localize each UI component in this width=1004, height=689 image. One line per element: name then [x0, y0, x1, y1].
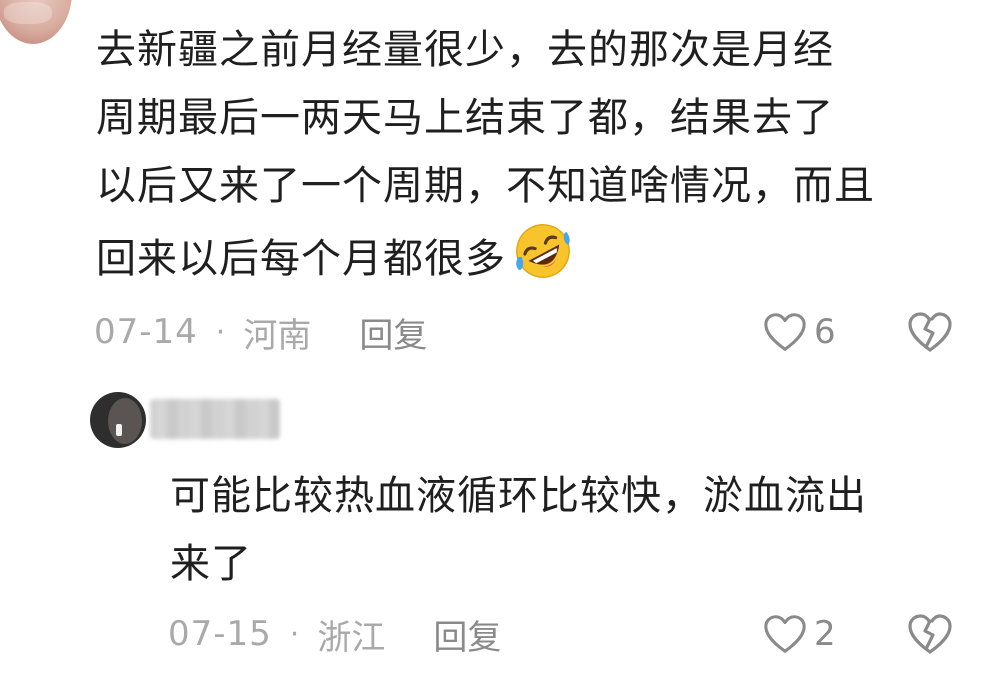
comment-location: 河南: [243, 315, 312, 356]
reply-location: 浙江: [317, 617, 386, 658]
like-count: 6: [814, 312, 836, 352]
broken-heart-icon[interactable]: [906, 309, 954, 355]
broken-heart-icon[interactable]: [906, 611, 954, 657]
commenter-avatar[interactable]: [0, 0, 72, 44]
heart-outline-icon[interactable]: [762, 310, 808, 354]
comment-meta: 07-14 · 河南 回复: [94, 302, 427, 362]
reply-text: 可能比较热血液循环比较快，淤血流出 来了: [170, 473, 867, 587]
like-button[interactable]: 2: [762, 604, 836, 664]
reply-button[interactable]: 回复: [433, 610, 501, 659]
reply-body: 可能比较热血液循环比较快，淤血流出 来了: [170, 462, 970, 598]
comment-date: 07-14: [94, 312, 198, 352]
like-button[interactable]: 6: [762, 302, 836, 362]
replier-username-redacted: [150, 399, 280, 439]
meta-separator: ·: [289, 616, 300, 652]
comment-text: 去新疆之前月经量很少，去的那次是月经 周期最后一两天马上结束了都，结果去了 以后…: [96, 27, 875, 282]
like-count: 2: [814, 614, 836, 654]
rolling-on-floor-laughing-emoji: [516, 224, 570, 278]
comment-body: 去新疆之前月经量很少，去的那次是月经 周期最后一两天马上结束了都，结果去了 以后…: [96, 16, 956, 293]
reply-button[interactable]: 回复: [359, 308, 427, 357]
reply-date: 07-15: [168, 614, 272, 654]
heart-outline-icon[interactable]: [762, 612, 808, 656]
replier-avatar[interactable]: [90, 392, 146, 448]
meta-separator: ·: [215, 314, 226, 350]
reply-meta: 07-15 · 浙江 回复: [168, 604, 501, 664]
